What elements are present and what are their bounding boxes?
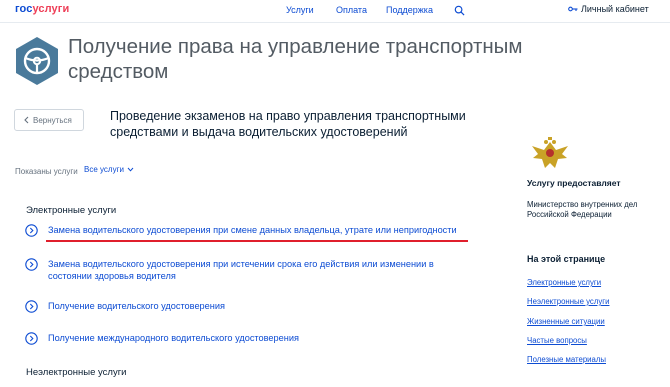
back-button[interactable]: Вернуться (14, 109, 84, 131)
service-link[interactable]: Замена водительского удостоверения при и… (48, 258, 468, 282)
key-icon (568, 6, 578, 12)
section-title: Проведение экзаменов на право управления… (110, 109, 466, 139)
onpage-link-useful-materials[interactable]: Полезные материалы (527, 355, 606, 364)
chevron-right-circle-icon (25, 258, 38, 271)
page-title: Получение права на управление транспортн… (68, 35, 523, 83)
service-link[interactable]: Замена водительского удостоверения при с… (48, 224, 457, 236)
onpage-link-faq[interactable]: Частые вопросы (527, 336, 587, 345)
provider-name: Министерство внутренних дел Российской Ф… (527, 200, 638, 219)
service-link[interactable]: Получение международного водительского у… (48, 332, 299, 344)
steering-wheel-icon (16, 37, 58, 85)
service-link[interactable]: Получение водительского удостоверения (48, 300, 225, 312)
service-item[interactable]: Получение международного водительского у… (25, 332, 485, 345)
onpage-link-electronic[interactable]: Электронные услуги (527, 278, 601, 287)
chevron-left-icon (24, 116, 29, 124)
provider-title: Услугу предоставляет (527, 178, 621, 188)
back-button-label: Вернуться (33, 115, 72, 125)
nav-link-support[interactable]: Поддержка (386, 5, 433, 15)
search-icon[interactable] (454, 5, 465, 16)
onpage-link-nonelectronic[interactable]: Неэлектронные услуги (527, 297, 609, 306)
personal-cabinet-label: Личный кабинет (581, 4, 649, 14)
on-this-page-title: На этой странице (527, 254, 606, 264)
onpage-link-life-situations[interactable]: Жизненные ситуации (527, 317, 605, 326)
chevron-right-circle-icon (25, 224, 38, 237)
service-item[interactable]: Замена водительского удостоверения при и… (25, 258, 485, 282)
shown-services-label: Показаны услуги (15, 167, 78, 176)
logo-part-uslugi: услуги (32, 3, 70, 15)
service-item[interactable]: Замена водительского удостоверения при с… (25, 224, 485, 237)
electronic-services-title: Электронные услуги (26, 205, 117, 216)
nonelectronic-services-title: Неэлектронные услуги (26, 367, 127, 378)
chevron-right-circle-icon (25, 332, 38, 345)
mvd-emblem-icon (532, 137, 568, 168)
nav-link-payment[interactable]: Оплата (336, 5, 367, 15)
top-header: госуслуги Услуги Оплата Поддержка Личный… (0, 0, 670, 23)
service-item[interactable]: Получение водительского удостоверения (25, 300, 485, 313)
nav-link-services[interactable]: Услуги (286, 5, 314, 15)
logo-part-gos: гос (15, 3, 33, 15)
personal-cabinet-link[interactable]: Личный кабинет (568, 4, 649, 14)
red-underline-annotation (46, 240, 468, 242)
chevron-right-circle-icon (25, 300, 38, 313)
services-filter-dropdown[interactable]: Все услуги (84, 165, 134, 174)
gosuslugi-logo[interactable]: госуслуги (15, 3, 69, 15)
chevron-down-icon (127, 167, 134, 172)
filter-value: Все услуги (84, 165, 124, 174)
